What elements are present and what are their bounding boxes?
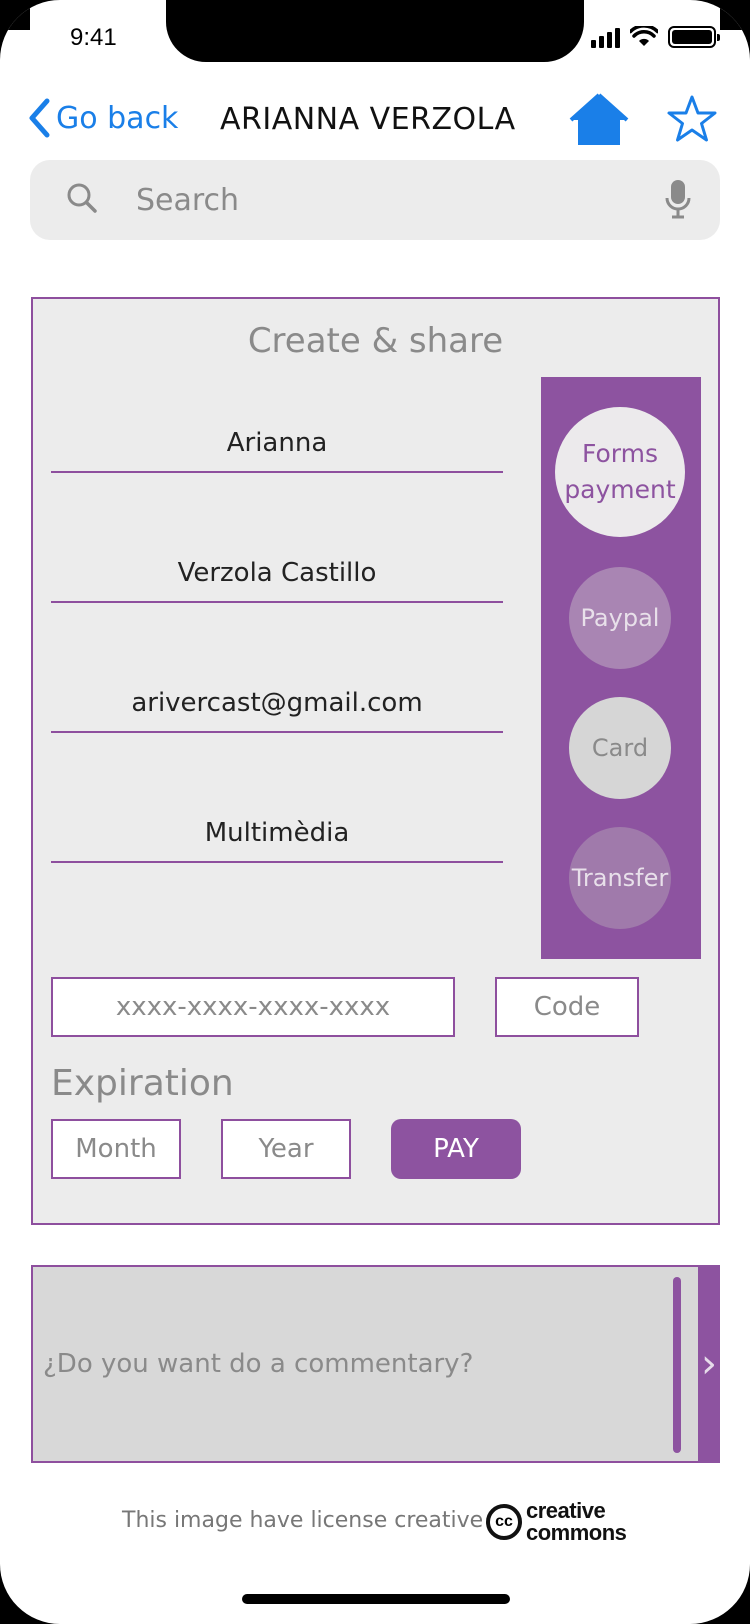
home-indicator[interactable] <box>242 1594 510 1604</box>
signal-icon <box>591 28 620 48</box>
battery-icon <box>668 26 720 48</box>
cc-wordmark: creative commons <box>526 1498 627 1545</box>
notch <box>166 0 584 62</box>
license-text: This image have license creative <box>122 1508 484 1533</box>
email-field[interactable]: arivercast@gmail.com <box>51 683 503 733</box>
first-name-field[interactable]: Arianna <box>51 423 503 473</box>
payment-methods-column: Forms payment Paypal Card Transfer <box>541 377 701 959</box>
cc-word-creative: creative <box>526 1498 606 1523</box>
expiration-label: Expiration <box>51 1063 234 1104</box>
microphone-icon[interactable] <box>664 178 692 220</box>
favorite-star-icon[interactable] <box>666 94 718 144</box>
chevron-left-icon <box>29 98 50 138</box>
home-icon[interactable] <box>568 92 630 148</box>
cc-icon: cc <box>486 1504 522 1540</box>
comment-scrollbar[interactable] <box>673 1277 681 1453</box>
status-icons <box>591 26 720 48</box>
program-field[interactable]: Multimèdia <box>51 813 503 863</box>
card-option[interactable]: Card <box>569 697 671 799</box>
last-name-field[interactable]: Verzola Castillo <box>51 553 503 603</box>
pay-button[interactable]: PAY <box>391 1119 521 1179</box>
status-time: 9:41 <box>70 24 117 51</box>
phone-screen: 9:41 Go back ARIANNA VERZOLA Search Crea… <box>0 0 750 1624</box>
wifi-icon <box>630 26 658 46</box>
create-share-panel: Create & share Arianna Verzola Castillo … <box>31 297 720 1225</box>
comment-box[interactable]: ¿Do you want do a commentary? › <box>31 1265 720 1463</box>
transfer-option[interactable]: Transfer <box>569 827 671 929</box>
back-button[interactable]: Go back <box>28 98 178 138</box>
search-icon <box>67 183 97 213</box>
year-input[interactable]: Year <box>221 1119 351 1179</box>
creative-commons-logo: cc creative commons <box>486 1498 627 1545</box>
paypal-option[interactable]: Paypal <box>569 567 671 669</box>
cc-word-commons: commons <box>526 1520 627 1545</box>
comment-send-button[interactable]: › <box>698 1265 720 1463</box>
code-input[interactable]: Code <box>495 977 639 1037</box>
forms-payment-header: Forms payment <box>555 407 685 537</box>
month-input[interactable]: Month <box>51 1119 181 1179</box>
search-input[interactable] <box>136 176 656 224</box>
screen-corner <box>0 0 30 30</box>
comment-placeholder: ¿Do you want do a commentary? <box>43 1349 474 1379</box>
search-bar <box>30 160 720 240</box>
back-label: Go back <box>56 100 179 136</box>
card-number-input[interactable]: xxxx-xxxx-xxxx-xxxx <box>51 977 455 1037</box>
panel-title: Create & share <box>247 321 504 361</box>
page-title: ARIANNA VERZOLA <box>220 102 516 137</box>
screen-corner <box>720 0 750 30</box>
